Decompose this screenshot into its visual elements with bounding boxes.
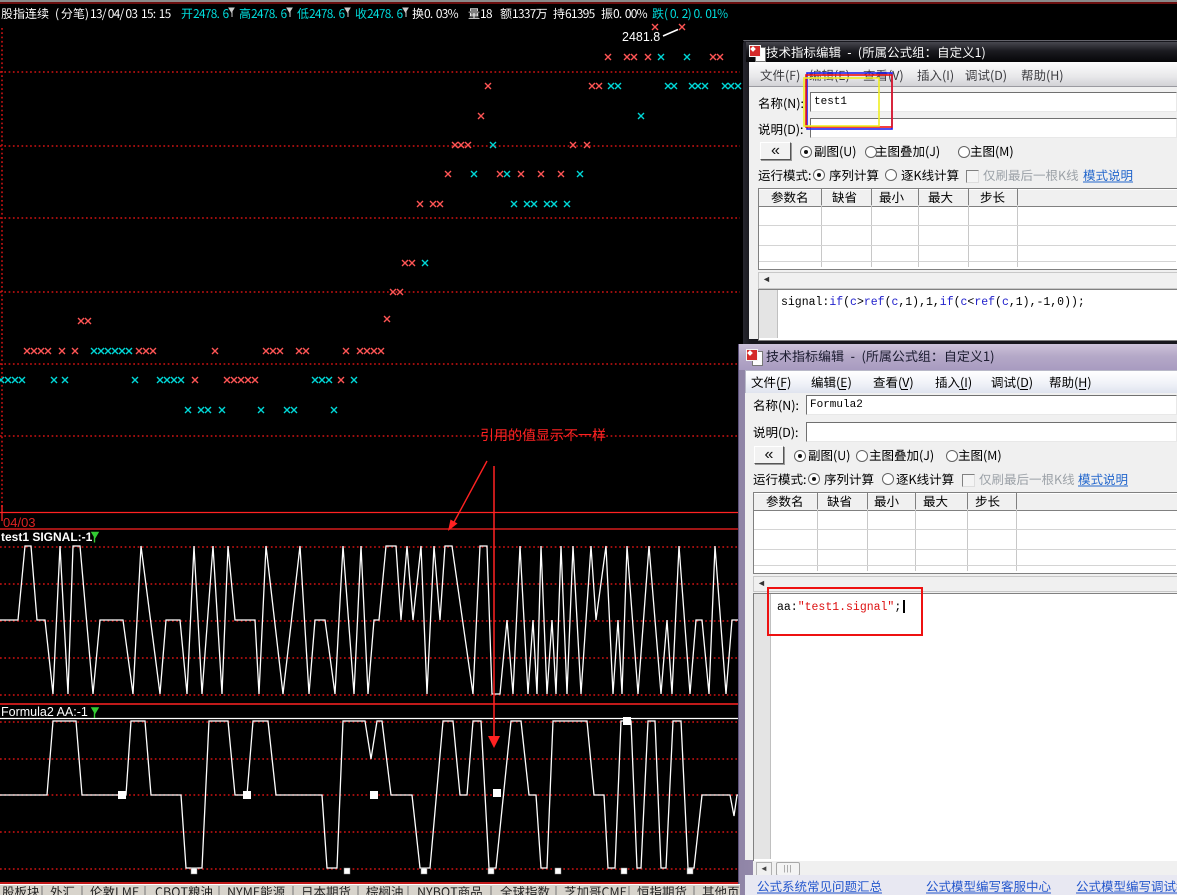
- svg-text:2481.8: 2481.8: [622, 30, 660, 44]
- svg-text:test1 SIGNAL:-1: test1 SIGNAL:-1: [1, 530, 93, 544]
- svg-text:Formula2 AA:-1: Formula2 AA:-1: [1, 705, 88, 719]
- svg-text:04/03: 04/03: [3, 515, 36, 530]
